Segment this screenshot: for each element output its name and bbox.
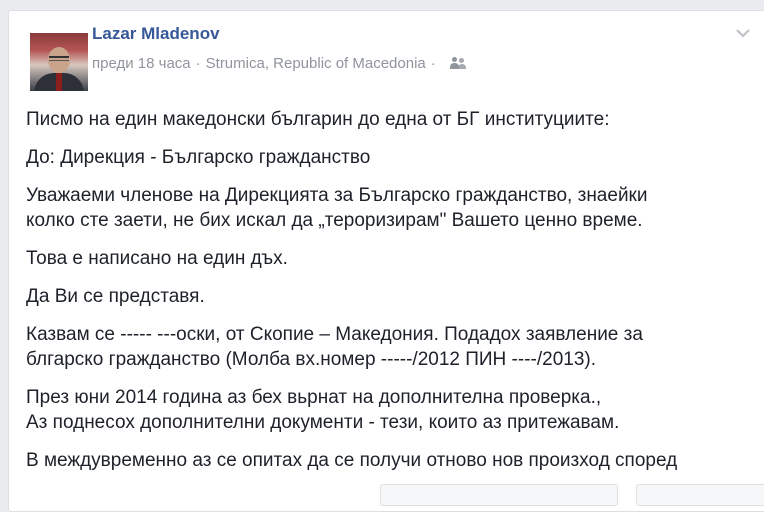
post-text-line: колко сте заети, не бих искал да „терори… — [26, 210, 643, 231]
post-body: Писмо на един македонски българин до едн… — [26, 107, 764, 473]
reaction-box-edge — [636, 484, 764, 506]
post-meta: преди 18 часа · Strumica, Republic of Mace… — [92, 55, 466, 72]
avatar-glasses — [49, 56, 69, 61]
post-paragraph: През юни 2014 година аз бех вьрнат на до… — [26, 385, 764, 435]
post-text-line: Аз поднесох дополнителни документи - тез… — [26, 412, 620, 433]
post-paragraph: Уважаеми членове на Дирекцията за Българ… — [26, 183, 764, 233]
post-paragraph: Казвам се ----- ---оски, от Скопие – Мак… — [26, 322, 764, 372]
post-paragraph: Писмо на един македонски българин до едн… — [26, 107, 764, 132]
meta-separator-2: · — [430, 55, 436, 72]
post-text-line: Да Ви се представя. — [26, 286, 205, 307]
post-text-line: В междувременно аз се опитах да се получ… — [26, 450, 678, 471]
post-location[interactable]: Strumica, Republic of Macedonia — [206, 55, 426, 72]
post-text-line: Писмо на един македонски българин до едн… — [26, 109, 610, 130]
post-paragraph: До: Дирекция - Българско гражданство — [26, 145, 764, 170]
post-text-line: блгарско гражданство (Молба вх.номер ---… — [26, 349, 597, 370]
post-text-line: Уважаеми членове на Дирекцията за Българ… — [26, 185, 648, 206]
chevron-down-icon[interactable] — [735, 26, 751, 38]
friends-icon[interactable] — [449, 57, 466, 69]
author-name-link[interactable]: Lazar Mladenov — [92, 24, 220, 44]
author-avatar[interactable] — [30, 33, 88, 91]
avatar-tie — [56, 73, 62, 91]
post-text-line: Това е написано на един дъх. — [26, 248, 288, 269]
post-text-line: През юни 2014 година аз бех вьрнат на до… — [26, 387, 602, 408]
post-text-line: Казвам се ----- ---оски, от Скопие – Мак… — [26, 324, 643, 345]
post-paragraph: Това е написано на един дъх. — [26, 246, 764, 271]
meta-separator: · — [195, 55, 201, 72]
post-text-line: До: Дирекция - Българско гражданство — [26, 147, 371, 168]
post-paragraph: В междувременно аз се опитах да се получ… — [26, 448, 764, 473]
post-paragraph: Да Ви се представя. — [26, 284, 764, 309]
post-timestamp[interactable]: преди 18 часа — [92, 55, 191, 72]
comment-box-edge — [380, 484, 618, 506]
